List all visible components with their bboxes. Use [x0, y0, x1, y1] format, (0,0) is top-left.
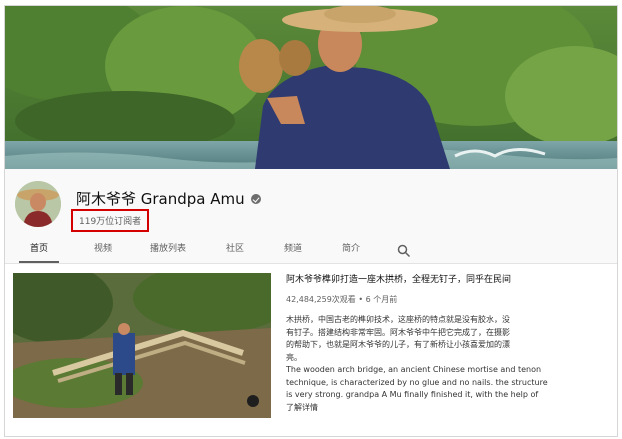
featured-video-info: 阿木爷爷榫卯打造一座木拱桥，全程无钉子，同乎在民间 42,484,259次观看 … — [286, 274, 611, 414]
read-more-link[interactable]: 了解详情 — [286, 402, 611, 415]
description-line: 有钉子。搭建结构非常牢固。阿木爷爷中午把它完成了，在摄影 — [286, 327, 510, 337]
tab-playlists[interactable]: 播放列表 — [140, 239, 196, 261]
search-icon[interactable] — [397, 243, 411, 258]
verified-check-icon — [250, 193, 261, 204]
description-line: 亮。 — [286, 352, 302, 362]
channel-name-text: 阿木爷爷 Grandpa Amu — [76, 190, 245, 208]
channel-avatar[interactable] — [15, 181, 61, 227]
video-meta: 42,484,259次观看 • 6 个月前 — [286, 295, 398, 304]
channel-name: 阿木爷爷 Grandpa Amu — [76, 188, 261, 209]
video-description: 木拱桥，中国古老的榫卯技术，这座桥的特点就是没有胶水，没 有钉子。搭建结构非常牢… — [286, 314, 611, 414]
description-line: The wooden arch bridge, an ancient Chine… — [286, 365, 542, 374]
featured-video-thumbnail[interactable] — [13, 273, 271, 418]
tab-home[interactable]: 首页 — [19, 239, 59, 263]
channel-page: 阿木爷爷 Grandpa Amu 119万位订阅者 首页 视频 播放列表 社区 … — [4, 5, 618, 437]
description-line: 木拱桥，中国古老的榫卯技术，这座桥的特点就是没有胶水，没 — [286, 315, 510, 324]
channel-banner — [5, 6, 617, 169]
tab-channels[interactable]: 频道 — [273, 239, 313, 261]
description-line: 的帮助下，也就是阿木爷爷的儿子，有了新桥让小孩喜爱加的漂 — [286, 340, 510, 349]
description-line: technique, is characterized by no glue a… — [286, 377, 548, 387]
subscriber-count: 119万位订阅者 — [71, 209, 150, 232]
tab-videos[interactable]: 视频 — [83, 239, 123, 261]
description-line: is very strong. grandpa A Mu finally fin… — [286, 390, 539, 399]
tab-about[interactable]: 简介 — [331, 239, 371, 261]
channel-tabs: 首页 视频 播放列表 社区 频道 简介 — [5, 239, 617, 264]
video-title[interactable]: 阿木爷爷榫卯打造一座木拱桥，全程无钉子，同乎在民间 — [286, 274, 611, 286]
tab-community[interactable]: 社区 — [215, 239, 255, 261]
channel-header: 阿木爷爷 Grandpa Amu 119万位订阅者 — [5, 169, 617, 239]
